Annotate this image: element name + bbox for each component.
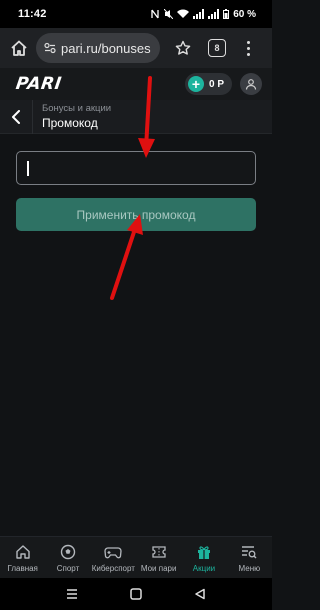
wifi-icon bbox=[177, 9, 190, 18]
nav-label: Главная bbox=[7, 564, 38, 573]
breadcrumb-bar: Бонусы и акции Промокод bbox=[0, 100, 272, 134]
plus-icon: + bbox=[187, 76, 204, 92]
menu-dot bbox=[246, 46, 250, 50]
breadcrumb-section[interactable]: Бонусы и акции bbox=[42, 103, 111, 114]
divider bbox=[32, 100, 33, 134]
browser-toolbar: pari.ru/bonuses 8 bbox=[0, 28, 272, 68]
url-text: pari.ru/bonuses bbox=[61, 40, 151, 56]
status-bar: 11:42 60 % bbox=[0, 0, 272, 28]
nav-label: Киберспорт bbox=[91, 564, 135, 573]
status-icons: 60 % bbox=[150, 9, 256, 20]
nav-item-promotions[interactable]: Акции bbox=[181, 537, 226, 578]
menu-dot bbox=[246, 52, 250, 56]
site-settings-icon bbox=[44, 42, 56, 54]
text-caret bbox=[27, 161, 29, 176]
address-bar[interactable]: pari.ru/bonuses bbox=[36, 33, 160, 63]
home-icon bbox=[11, 40, 27, 56]
nav-label: Мои пари bbox=[140, 564, 177, 573]
signal-2-icon bbox=[208, 9, 220, 19]
bookmark-button[interactable] bbox=[172, 37, 194, 59]
profile-button[interactable] bbox=[240, 73, 262, 95]
battery-icon bbox=[223, 9, 230, 19]
apply-promo-button[interactable]: Применить промокод bbox=[16, 198, 256, 231]
tab-switcher-button[interactable]: 8 bbox=[208, 39, 226, 57]
browser-home-button[interactable] bbox=[8, 37, 30, 59]
star-icon bbox=[175, 40, 191, 55]
nav-item-esports[interactable]: Киберспорт bbox=[91, 537, 136, 578]
promo-code-input[interactable] bbox=[16, 151, 256, 185]
pari-logo[interactable]: PARI bbox=[15, 74, 63, 94]
soccer-ball-icon bbox=[59, 543, 77, 561]
nfc-icon bbox=[151, 9, 159, 19]
triangle-back-icon bbox=[195, 588, 205, 600]
balance-pill[interactable]: + 0 Р bbox=[184, 73, 232, 95]
nav-label: Меню bbox=[238, 564, 261, 573]
site-header: PARI + 0 Р bbox=[0, 68, 272, 100]
nav-item-menu[interactable]: Меню bbox=[227, 537, 272, 578]
android-home-button[interactable] bbox=[126, 584, 146, 604]
mute-icon bbox=[164, 9, 174, 19]
menu-dot bbox=[246, 40, 250, 44]
recents-icon bbox=[67, 589, 77, 599]
gift-icon bbox=[195, 543, 213, 561]
battery-percent: 60 % bbox=[233, 8, 256, 20]
balance-amount: 0 Р bbox=[208, 78, 224, 90]
android-back-button[interactable] bbox=[190, 584, 210, 604]
android-navigation-bar bbox=[0, 578, 272, 610]
square-home-icon bbox=[130, 588, 142, 600]
nav-item-my-bets[interactable]: Мои пари bbox=[136, 537, 181, 578]
ticket-icon bbox=[150, 543, 168, 561]
gamepad-icon bbox=[104, 543, 122, 561]
chevron-left-icon bbox=[12, 110, 20, 124]
page-title: Промокод bbox=[42, 116, 98, 130]
recents-button[interactable] bbox=[62, 584, 82, 604]
back-button[interactable] bbox=[8, 109, 24, 125]
status-time: 11:42 bbox=[18, 8, 47, 20]
nav-item-home[interactable]: Главная bbox=[0, 537, 45, 578]
nav-label: Акции bbox=[192, 564, 216, 573]
nav-item-sport[interactable]: Спорт bbox=[45, 537, 90, 578]
home-icon bbox=[14, 543, 32, 561]
bottom-navigation: Главная Спорт Киберспорт Мои пари Акции … bbox=[0, 536, 272, 578]
user-icon bbox=[245, 79, 257, 90]
signal-icon bbox=[193, 9, 205, 19]
browser-menu-button[interactable] bbox=[240, 37, 256, 59]
nav-label: Спорт bbox=[56, 564, 80, 573]
menu-search-icon bbox=[240, 543, 258, 561]
